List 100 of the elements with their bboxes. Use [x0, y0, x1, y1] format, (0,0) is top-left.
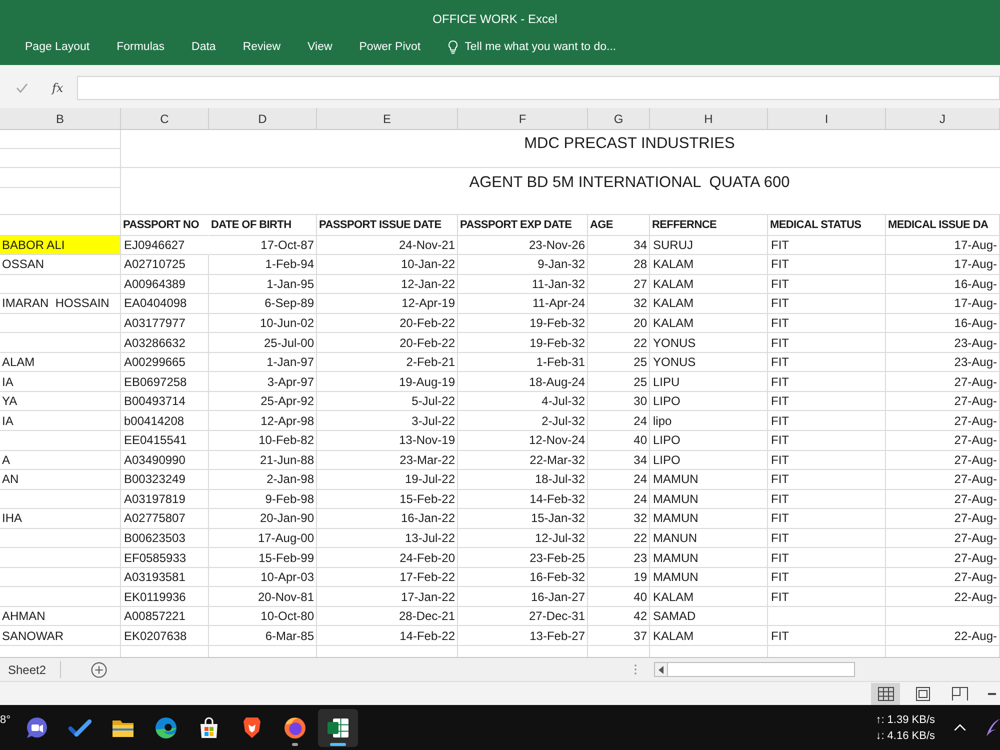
- weather-text[interactable]: 8°: [0, 714, 14, 726]
- table-cell: 27-Aug-: [886, 392, 1000, 412]
- table-cell: FIT: [768, 333, 886, 353]
- table-cell: 27-Aug-: [886, 509, 1000, 529]
- table-cell: FIT: [768, 509, 886, 529]
- table-cell: 1-Feb-94: [209, 255, 317, 275]
- table-cell: FIT: [768, 568, 886, 588]
- table-cell: 24: [588, 411, 650, 431]
- table-cell: 25-Jul-00: [209, 333, 317, 353]
- table-cell: FIT: [768, 294, 886, 314]
- table-cell: A03490990: [121, 450, 209, 470]
- ribbon-tab[interactable]: Formulas: [108, 36, 173, 58]
- table-cell: 12-Jul-32: [458, 528, 588, 548]
- table-cell: 20-Jan-90: [209, 509, 317, 529]
- insert-function-button[interactable]: fx: [50, 81, 66, 95]
- table-cell: 2-Feb-21: [317, 352, 458, 372]
- table-cell: FIT: [768, 450, 886, 470]
- table-cell: 28-Dec-21: [317, 606, 458, 626]
- column-header[interactable]: I: [768, 108, 886, 129]
- table-cell: A00857221: [121, 606, 209, 626]
- table-cell: B00323249: [121, 470, 209, 490]
- table-cell: 27-Aug-: [886, 430, 1000, 451]
- header-cell: PASSPORT NO: [121, 215, 209, 236]
- table-cell: MAMUN: [650, 568, 768, 588]
- table-cell: A03177977: [121, 314, 209, 334]
- ribbon-tab[interactable]: View: [300, 36, 340, 58]
- formula-input[interactable]: [77, 76, 1000, 100]
- table-cell: FIT: [768, 490, 886, 510]
- ribbon-tab[interactable]: Review: [234, 36, 289, 58]
- plus-circle-icon[interactable]: [91, 662, 108, 678]
- table-cell: A03193581: [121, 568, 209, 588]
- sheet-tab[interactable]: Sheet2: [0, 658, 54, 680]
- header-cell: MEDICAL STATUS: [768, 215, 886, 236]
- table-cell: IMARAN HOSSAIN: [0, 294, 121, 314]
- horizontal-scrollbar[interactable]: [654, 662, 856, 677]
- table-cell: A02710725: [121, 255, 209, 275]
- table-cell: EF0585933: [121, 548, 209, 568]
- minus-icon[interactable]: [988, 692, 996, 694]
- table-cell: 27-Aug-: [886, 548, 1000, 568]
- table-cell: EB0697258: [121, 372, 209, 392]
- table-cell: 27-Aug-: [886, 568, 1000, 588]
- table-cell: 15-Jan-32: [458, 509, 588, 529]
- column-header[interactable]: H: [650, 108, 768, 129]
- table-cell: B00493714: [121, 392, 209, 412]
- table-cell: 27-Aug-: [886, 450, 1000, 470]
- table-cell: 14-Feb-22: [317, 626, 458, 646]
- table-cell: 22: [588, 333, 650, 353]
- table-cell: 19-Feb-32: [458, 314, 588, 334]
- column-header[interactable]: D: [209, 108, 317, 129]
- vertical-dots-icon[interactable]: [634, 664, 638, 675]
- table-cell: 17-Aug-00: [209, 528, 317, 548]
- table-cell: EA0404098: [121, 294, 209, 314]
- column-header[interactable]: F: [458, 108, 588, 129]
- column-header[interactable]: C: [121, 108, 209, 129]
- feather-icon[interactable]: [986, 718, 1000, 736]
- column-header[interactable]: B: [0, 108, 121, 129]
- column-header[interactable]: G: [588, 108, 650, 129]
- table-cell: FIT: [768, 352, 886, 372]
- table-cell: 32: [588, 294, 650, 314]
- table-cell: 15-Feb-99: [209, 548, 317, 568]
- table-cell: 24: [588, 490, 650, 510]
- table-cell: KALAM: [650, 314, 768, 334]
- header-cell: PASSPORT ISSUE DATE: [317, 215, 458, 236]
- table-cell: 16-Aug-: [886, 314, 1000, 334]
- header-cell: MEDICAL ISSUE DA: [886, 215, 1000, 236]
- table-cell: EK0207638: [121, 626, 209, 646]
- column-header[interactable]: E: [317, 108, 458, 129]
- table-cell: 37: [588, 626, 650, 646]
- table-cell: 10-Feb-82: [209, 430, 317, 451]
- table-cell: FIT: [768, 430, 886, 451]
- table-cell: LIPO: [650, 392, 768, 412]
- table-cell: MANUN: [650, 528, 768, 548]
- checkmark-icon[interactable]: [16, 83, 28, 93]
- download-speed: ↓: 4.16 KB/s: [876, 728, 935, 742]
- view-button[interactable]: [871, 682, 900, 704]
- table-cell: KALAM: [650, 626, 768, 646]
- table-cell: b00414208: [121, 411, 209, 431]
- table-cell: KALAM: [650, 294, 768, 314]
- table-cell: SAMAD: [650, 606, 768, 626]
- column-header[interactable]: J: [886, 108, 1000, 129]
- table-cell: A00964389: [121, 274, 209, 294]
- sheet-title: AGENT BD 5M INTERNATIONAL QUATA 600: [469, 173, 790, 192]
- search-field[interactable]: Tell me what you want to do...: [464, 37, 655, 57]
- table-cell: 23-Aug-: [886, 333, 1000, 353]
- caret-left-icon[interactable]: [658, 666, 664, 674]
- table-cell: LIPU: [650, 372, 768, 392]
- table-cell: YONUS: [650, 333, 768, 353]
- table-cell: 25: [588, 352, 650, 372]
- table-cell: 18-Jul-32: [458, 470, 588, 490]
- table-cell: FIT: [768, 626, 886, 646]
- table-cell: 5-Jul-22: [317, 392, 458, 412]
- ribbon-tab[interactable]: Data: [184, 36, 224, 58]
- taskbar-button[interactable]: [318, 708, 358, 746]
- ribbon-tab[interactable]: Power Pivot: [351, 36, 429, 58]
- header-cell: PASSPORT EXP DATE: [458, 215, 588, 236]
- chevron-up-icon[interactable]: [954, 724, 966, 731]
- table-cell: FIT: [768, 274, 886, 294]
- table-cell: 10-Jan-22: [317, 255, 458, 275]
- table-cell: 16-Jan-22: [317, 509, 458, 529]
- ribbon-tab[interactable]: Page Layout: [17, 36, 98, 58]
